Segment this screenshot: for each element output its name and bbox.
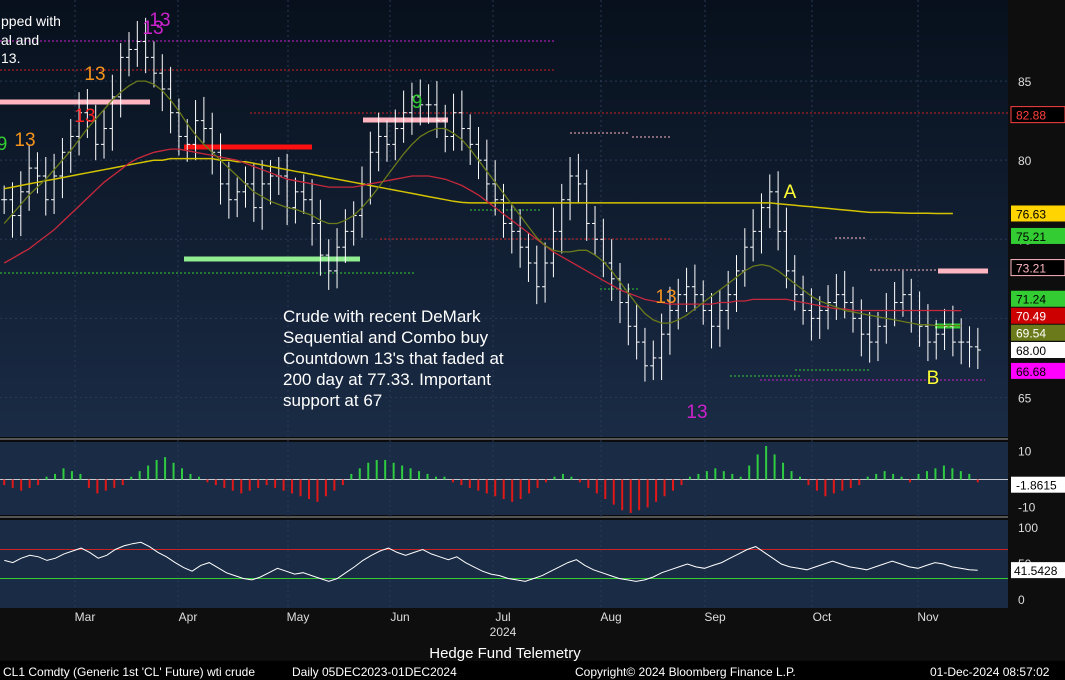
demark-label: 9	[412, 92, 423, 113]
price-chart: 1313139131391313AB 657075808510-10-1.861…	[0, 0, 1065, 680]
top-left-line: 13.	[1, 50, 20, 66]
price-label: 71.24	[1016, 293, 1046, 307]
main-panel-bg	[0, 0, 1008, 437]
demark-label: B	[927, 368, 940, 389]
x-tick-label: Apr	[179, 610, 198, 624]
demark-label: 9	[0, 134, 7, 155]
top-left-line: al and	[1, 32, 39, 48]
demark-label: 13	[142, 18, 163, 39]
annotation-line: Countdown 13's that faded at	[283, 349, 504, 368]
price-label: 73.21	[1016, 262, 1046, 276]
demark-label: A	[784, 182, 797, 203]
copyright-label: Copyright© 2024 Bloomberg Finance L.P.	[575, 665, 796, 679]
demark-label: 13	[686, 402, 707, 423]
rsi-value-label: 41.5428	[1014, 564, 1058, 578]
annotation-line: Crude with recent DeMark	[283, 307, 481, 326]
price-label: 76.63	[1016, 207, 1046, 221]
price-label: 66.68	[1016, 365, 1046, 379]
price-label: 82.88	[1016, 109, 1046, 123]
price-label: 70.49	[1016, 310, 1046, 324]
x-tick-label: Aug	[600, 610, 621, 624]
demark-label: 13	[655, 287, 676, 308]
chart-watermark-title: Hedge Fund Telemetry	[429, 645, 581, 662]
rsi-tick-label: 100	[1018, 521, 1038, 535]
y-tick-label: 85	[1018, 75, 1032, 89]
x-tick-label: Sep	[704, 610, 726, 624]
macd-value-label: -1.8615	[1016, 479, 1057, 493]
annotation-line: Sequential and Combo buy	[283, 328, 489, 347]
year-label: 2024	[490, 625, 517, 639]
macd-tick-label: 10	[1018, 445, 1032, 459]
timestamp-label: 01-Dec-2024 08:57:02	[930, 665, 1050, 679]
rsi-tick-label: 0	[1018, 593, 1025, 607]
price-label: 69.54	[1016, 327, 1046, 341]
macd-tick-label: -10	[1018, 500, 1036, 514]
top-left-line: pped with	[1, 13, 61, 29]
y-tick-label: 65	[1018, 391, 1032, 405]
instrument-label: CL1 Comdty (Generic 1st 'CL' Future) wti…	[3, 665, 255, 679]
x-tick-label: Jul	[495, 610, 510, 624]
annotation-line: support at 67	[283, 391, 382, 410]
rsi-panel-bg	[0, 520, 1008, 608]
price-label: 68.00	[1016, 344, 1046, 358]
demark-label: 13	[14, 130, 35, 151]
annotation-line: 200 day at 77.33. Important	[283, 370, 491, 389]
price-label: 75.21	[1016, 230, 1046, 244]
x-tick-label: May	[287, 610, 310, 624]
x-tick-label: Jun	[390, 610, 409, 624]
y-tick-label: 80	[1018, 154, 1032, 168]
period-label: Daily 05DEC2023-01DEC2024	[292, 665, 457, 679]
macd-panel-bg	[0, 442, 1008, 515]
demark-label: 13	[84, 64, 105, 85]
demark-label: 13	[74, 106, 95, 127]
x-tick-label: Nov	[917, 610, 938, 624]
x-tick-label: Oct	[813, 610, 832, 624]
x-tick-label: Mar	[75, 610, 96, 624]
